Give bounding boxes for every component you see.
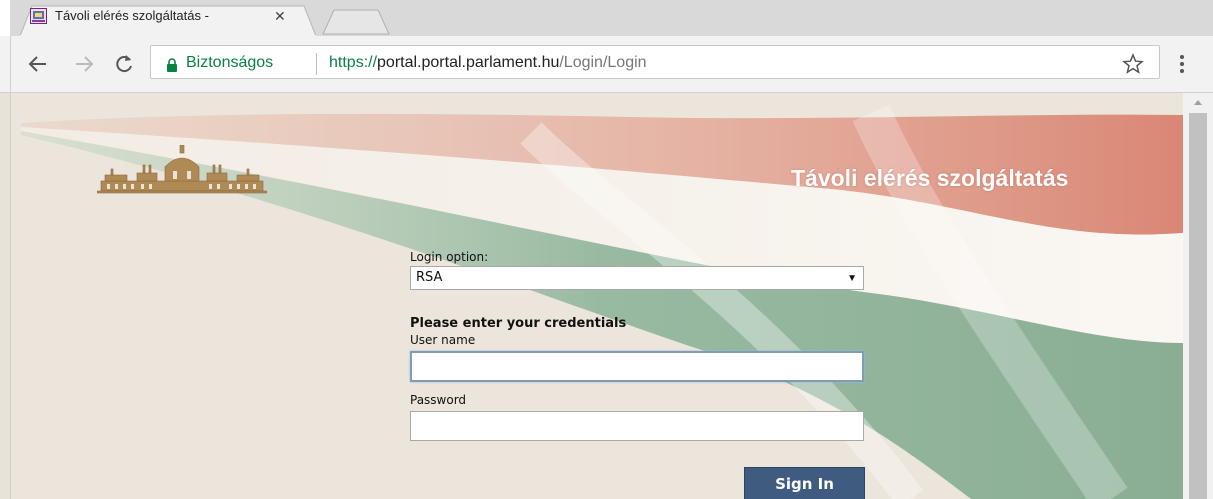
tab-close-icon[interactable]: ✕ [274,8,286,24]
reload-icon[interactable] [112,52,136,76]
dropdown-arrow-icon: ▼ [847,273,857,284]
star-icon[interactable] [1121,52,1145,76]
favicon-icon [30,8,47,24]
credentials-heading: Please enter your credentials [410,316,627,331]
login-option-value: RSA [416,270,443,285]
login-option-label: Login option: [410,250,489,264]
address-bar[interactable] [150,45,1160,79]
page-title: Távoli elérés szolgáltatás [791,165,1069,191]
address-separator [316,53,317,75]
new-tab-button[interactable] [322,9,390,35]
sign-in-button[interactable]: Sign In [744,467,865,499]
secure-label[interactable]: Biztonságos [186,54,273,72]
lock-icon[interactable] [166,58,178,72]
window-frame [10,36,11,92]
scrollbar-thumb[interactable] [1189,113,1207,499]
tab-title: Távoli elérés szolgáltatás - [55,8,209,23]
login-option-select[interactable]: RSA ▼ [410,266,864,290]
forward-arrow-icon[interactable] [72,52,96,76]
url-host: portal.portal.parlament.hu [377,54,560,71]
browser-toolbar: Biztonságos https://portal.portal.parlam… [0,36,1213,93]
page-content: Távoli elérés szolgáltatás Login option:… [11,93,1183,499]
scroll-up-arrow-icon[interactable] [1183,93,1213,111]
password-label: Password [410,393,467,407]
vertical-scrollbar[interactable] [1183,93,1213,499]
tab-strip: Távoli elérés szolgáltatás - ✕ [0,0,1213,36]
username-input[interactable] [410,351,864,382]
url-text[interactable]: https://portal.portal.parlament.hu/Login… [329,54,647,72]
url-scheme: https:// [329,54,378,71]
back-arrow-icon[interactable] [26,52,50,76]
page-viewport: Távoli elérés szolgáltatás Login option:… [0,93,1213,499]
parliament-logo [97,145,267,194]
menu-icon[interactable] [1172,52,1192,76]
username-label: User name [410,333,476,347]
url-path: /Login/Login [559,54,647,71]
password-input[interactable] [410,411,864,441]
